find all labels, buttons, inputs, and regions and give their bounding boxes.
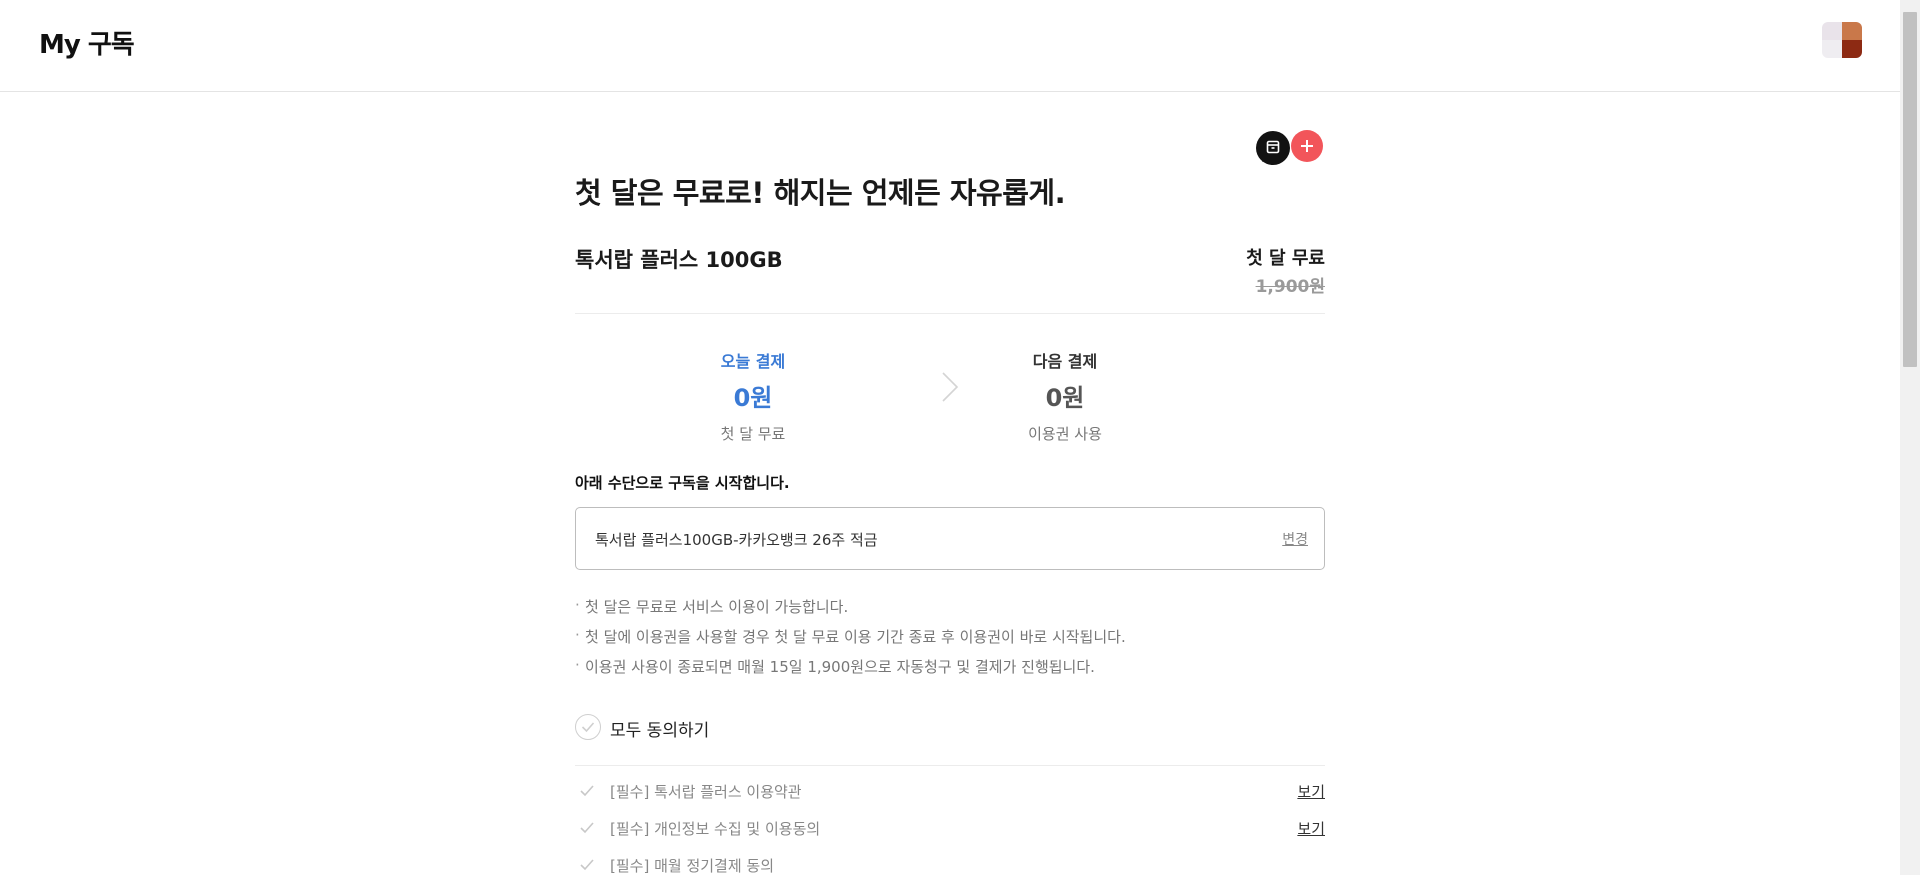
vertical-scrollbar[interactable]: [1900, 0, 1920, 875]
offer-headline: 첫 달은 무료로! 해지는 언제든 자유롭게.: [575, 176, 1066, 210]
chat-drawer-icon: [1259, 134, 1287, 162]
top-header: My 구독: [0, 0, 1900, 92]
product-summary: 톡서랍 플러스 100GB 첫 달 무료 1,900원: [575, 244, 1325, 314]
notice-item: 첫 달에 이용권을 사용할 경우 첫 달 무료 이용 기간 종료 후 이용권이 …: [575, 620, 1325, 652]
next-payment: 다음 결제 0원 이용권 사용: [955, 348, 1175, 444]
today-payment-amount: 0원: [733, 384, 773, 412]
today-payment: 오늘 결제 0원 첫 달 무료: [643, 348, 863, 444]
change-method-link[interactable]: 변경: [1282, 529, 1308, 549]
check-icon: [581, 722, 595, 733]
terms-view-link[interactable]: 보기: [1297, 781, 1325, 802]
next-payment-note: 이용권 사용: [1028, 425, 1102, 443]
subscription-content: 첫 달은 무료로! 해지는 언제든 자유롭게. 톡서랍 플러스 100GB 첫 …: [575, 92, 1325, 875]
billing-label: [필수] 매월 정기결제 동의: [610, 857, 775, 875]
today-payment-note: 첫 달 무료: [720, 425, 786, 443]
payment-method-box: 톡서랍 플러스100GB-카카오뱅크 26주 적금 변경: [575, 507, 1325, 570]
notice-item: 이용권 사용이 종료되면 매월 15일 1,900원으로 자동청구 및 결제가 …: [575, 650, 1325, 682]
check-icon[interactable]: [579, 858, 595, 872]
terms-label: [필수] 톡서랍 플러스 이용약관: [610, 783, 802, 801]
plus-icon: [1301, 140, 1313, 152]
product-name: 톡서랍 플러스 100GB: [575, 248, 783, 272]
avatar[interactable]: [1822, 22, 1862, 58]
terms-list: [필수] 톡서랍 플러스 이용약관 보기 [필수] 개인정보 수집 및 이용동의…: [575, 780, 1325, 875]
agree-all-checkbox[interactable]: [575, 714, 601, 740]
billing-item[interactable]: [필수] 매월 정기결제 동의: [575, 854, 1325, 875]
privacy-view-link[interactable]: 보기: [1297, 818, 1325, 839]
page-title: My 구독: [39, 30, 135, 60]
avatar-tile: [1822, 40, 1842, 58]
agree-all-row[interactable]: 모두 동의하기: [575, 714, 1325, 766]
today-payment-label: 오늘 결제: [720, 352, 786, 371]
notice-item: 첫 달은 무료로 서비스 이용이 가능합니다.: [575, 590, 1325, 622]
add-button[interactable]: [1291, 130, 1323, 162]
privacy-item[interactable]: [필수] 개인정보 수집 및 이용동의 보기: [575, 817, 1325, 854]
avatar-tile: [1822, 22, 1842, 40]
scrollbar-thumb[interactable]: [1903, 12, 1917, 367]
notice-list: 첫 달은 무료로 서비스 이용이 가능합니다. 첫 달에 이용권을 사용할 경우…: [575, 590, 1325, 682]
check-icon[interactable]: [579, 821, 595, 835]
next-payment-label: 다음 결제: [1032, 352, 1098, 371]
avatar-tile: [1842, 40, 1862, 58]
next-payment-amount: 0원: [1045, 384, 1085, 412]
original-price: 1,900원: [1255, 277, 1325, 297]
payment-method-title: 아래 수단으로 구독을 시작합니다.: [575, 474, 790, 492]
agree-all-label: 모두 동의하기: [610, 721, 710, 741]
promo-label: 첫 달 무료: [1246, 248, 1325, 269]
avatar-tile: [1842, 22, 1862, 40]
terms-item[interactable]: [필수] 톡서랍 플러스 이용약관 보기: [575, 780, 1325, 817]
chat-drawer-button[interactable]: [1256, 131, 1290, 165]
privacy-label: [필수] 개인정보 수집 및 이용동의: [610, 820, 821, 838]
check-icon[interactable]: [579, 784, 595, 798]
payment-method-value: 톡서랍 플러스100GB-카카오뱅크 26주 적금: [595, 531, 878, 549]
